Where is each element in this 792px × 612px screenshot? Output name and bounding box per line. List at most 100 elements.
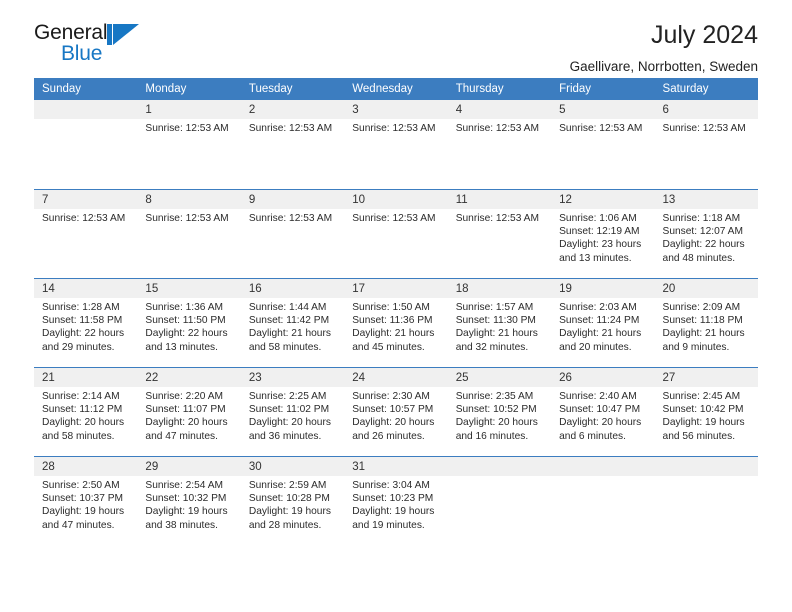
calendar-day-cell[interactable]: 4 Sunrise: 12:53 AM <box>447 100 552 189</box>
calendar-day-cell[interactable]: 23 Sunrise: 2:25 AM Sunset: 11:02 PM Daylig… <box>240 366 345 456</box>
calendar-day-cell[interactable]: 14 Sunrise: 1:28 AM Sunset: 11:58 PM Daylig… <box>34 277 138 367</box>
calendar-day-cell[interactable]: 15 Sunrise: 1:36 AM Sunset: 11:50 PM Daylig… <box>137 277 241 367</box>
calendar-day-cell[interactable]: 3 Sunrise: 12:53 AM <box>344 100 448 189</box>
brand-name-general: General <box>34 21 108 44</box>
logo-bar-shape <box>107 24 112 45</box>
calendar-day-cell-empty <box>34 100 138 189</box>
day-details: Sunrise: 2:20 AM Sunset: 11:07 PM Daylight… <box>137 387 240 444</box>
calendar-day-cell[interactable]: 2 Sunrise: 12:53 AM <box>240 100 345 189</box>
daylight-text: Daylight: 19 hours and 47 minutes. <box>42 506 125 531</box>
day-details: Sunrise: 12:53 AM <box>137 209 240 225</box>
calendar-day-cell[interactable]: 9 Sunrise: 12:53 AM <box>240 188 345 278</box>
day-details: Sunrise: 2:45 AM Sunset: 10:42 PM Daylight… <box>655 387 758 444</box>
day-number: 1 <box>137 100 241 119</box>
daylight-text: Daylight: 19 hours and 56 minutes. <box>662 417 745 442</box>
day-details: Sunrise: 2:09 AM Sunset: 11:18 PM Daylight… <box>655 298 758 355</box>
brand-logo: General Blue <box>34 22 144 68</box>
day-details: Sunrise: 12:53 AM <box>344 119 447 135</box>
calendar-day-cell[interactable]: 7 Sunrise: 12:53 AM <box>34 188 138 278</box>
sunset-text: Sunset: 10:47 PM <box>559 403 641 415</box>
sunset-text: Sunset: 11:18 PM <box>662 314 743 326</box>
sunrise-text: Sunrise: 12:53 AM <box>145 123 229 134</box>
daylight-text: Daylight: 22 hours and 48 minutes. <box>662 239 745 264</box>
sunrise-text: Sunrise: 1:44 AM <box>248 301 327 313</box>
sunrise-text: Sunrise: 12:53 AM <box>559 123 643 134</box>
calendar-day-cell[interactable]: 24 Sunrise: 2:30 AM Sunset: 10:57 PM Daylig… <box>344 366 448 456</box>
day-number: 31 <box>344 456 448 476</box>
sunrise-text: Sunrise: 1:36 AM <box>145 301 224 313</box>
calendar-day-cell[interactable]: 6 Sunrise: 12:53 AM <box>654 100 758 189</box>
calendar-day-cell[interactable]: 11 Sunrise: 12:53 AM <box>447 188 552 278</box>
day-details: Sunrise: 2:03 AM Sunset: 11:24 PM Daylight… <box>551 298 654 355</box>
daylight-text: Daylight: 19 hours and 19 minutes. <box>352 506 435 531</box>
calendar-day-cell[interactable]: 16 Sunrise: 1:44 AM Sunset: 11:42 PM Daylig… <box>240 277 345 367</box>
calendar-week-row: 7 Sunrise: 12:53 AM 8 Sunrise: 12:53 AM 9 Sun… <box>34 188 758 278</box>
calendar-day-cell[interactable]: 22 Sunrise: 2:20 AM Sunset: 11:07 PM Daylig… <box>137 366 241 456</box>
calendar-day-cell[interactable]: 5 Sunrise: 12:53 AM <box>551 100 655 189</box>
sunset-text: Sunset: 11:58 PM <box>42 314 123 326</box>
day-details <box>551 476 654 479</box>
calendar-day-cell[interactable]: 13 Sunrise: 1:18 AM Sunset: 12:07 AM Daylig… <box>654 188 758 278</box>
day-details: Sunrise: 12:53 AM <box>655 119 758 135</box>
calendar-day-cell[interactable]: 28 Sunrise: 2:50 AM Sunset: 10:37 PM Daylig… <box>34 455 138 545</box>
sunset-text: Sunset: 11:30 PM <box>455 314 536 326</box>
day-details: Sunrise: 3:04 AM Sunset: 10:23 PM Daylight… <box>344 476 447 533</box>
calendar-day-cell[interactable]: 25 Sunrise: 2:35 AM Sunset: 10:52 PM Daylig… <box>447 366 552 456</box>
daylight-text: Daylight: 19 hours and 38 minutes. <box>145 506 228 531</box>
title-block: July 2024 Gaellivare, Norrbotten, Sweden <box>570 21 758 73</box>
daylight-text: Daylight: 23 hours and 13 minutes. <box>559 239 642 264</box>
sunrise-text: Sunrise: 1:06 AM <box>559 212 637 224</box>
day-number: 11 <box>447 189 552 209</box>
day-details: Sunrise: 2:14 AM Sunset: 11:12 PM Daylight… <box>34 387 137 444</box>
day-details: Sunrise: 1:36 AM Sunset: 11:50 PM Daylight… <box>137 298 240 355</box>
calendar-day-cell[interactable]: 12 Sunrise: 1:06 AM Sunset: 12:19 AM Daylig… <box>551 188 655 278</box>
day-number: 26 <box>551 367 655 387</box>
sunrise-text: Sunrise: 1:50 AM <box>352 301 430 313</box>
calendar-day-cell-empty <box>447 455 552 545</box>
daylight-text: Daylight: 21 hours and 20 minutes. <box>559 328 642 353</box>
calendar-page: General Blue July 2024 Gaellivare, Norrb… <box>0 0 792 612</box>
daylight-text: Daylight: 20 hours and 47 minutes. <box>145 417 228 442</box>
weekday-header-row: Sunday Monday Tuesday Wednesday Thursday Frid… <box>34 78 758 100</box>
sunset-text: Sunset: 11:50 PM <box>145 314 226 326</box>
calendar-day-cell[interactable]: 27 Sunrise: 2:45 AM Sunset: 10:42 PM Daylig… <box>654 366 758 456</box>
calendar-day-cell[interactable]: 17 Sunrise: 1:50 AM Sunset: 11:36 PM Daylig… <box>344 277 448 367</box>
calendar-day-cell[interactable]: 1 Sunrise: 12:53 AM <box>137 100 241 189</box>
calendar-header-row: Sunday Monday Tuesday Wednesday Thursday Frid… <box>34 78 758 100</box>
day-details: Sunrise: 2:54 AM Sunset: 10:32 PM Daylight… <box>137 476 240 533</box>
sunrise-text: Sunrise: 2:14 AM <box>42 390 120 402</box>
sunrise-text: Sunrise: 12:53 AM <box>352 212 436 224</box>
calendar-day-cell[interactable]: 20 Sunrise: 2:09 AM Sunset: 11:18 PM Daylig… <box>654 277 758 367</box>
day-number: 16 <box>240 278 345 298</box>
day-number: 28 <box>34 456 138 476</box>
day-details: Sunrise: 1:50 AM Sunset: 11:36 PM Daylight… <box>344 298 447 355</box>
sunrise-text: Sunrise: 1:57 AM <box>455 301 534 313</box>
day-number: 10 <box>344 189 448 209</box>
sunrise-text: Sunrise: 12:53 AM <box>662 123 746 134</box>
day-number: 14 <box>34 278 138 298</box>
day-number: 21 <box>34 367 138 387</box>
calendar-week-row: 28 Sunrise: 2:50 AM Sunset: 10:37 PM Daylig… <box>34 455 758 545</box>
sunrise-text: Sunrise: 12:53 AM <box>145 212 229 224</box>
calendar-day-cell[interactable]: 18 Sunrise: 1:57 AM Sunset: 11:30 PM Daylig… <box>447 277 552 367</box>
sunrise-text: Sunrise: 2:03 AM <box>559 301 637 313</box>
daylight-text: Daylight: 20 hours and 16 minutes. <box>455 417 538 442</box>
calendar-day-cell[interactable]: 21 Sunrise: 2:14 AM Sunset: 11:12 PM Daylig… <box>34 366 138 456</box>
calendar-day-cell[interactable]: 19 Sunrise: 2:03 AM Sunset: 11:24 PM Daylig… <box>551 277 655 367</box>
calendar-day-cell[interactable]: 29 Sunrise: 2:54 AM Sunset: 10:32 PM Daylig… <box>137 455 241 545</box>
calendar-day-cell[interactable]: 31 Sunrise: 3:04 AM Sunset: 10:23 PM Daylig… <box>344 455 448 545</box>
day-details: Sunrise: 12:53 AM <box>241 119 344 135</box>
calendar-day-cell[interactable]: 8 Sunrise: 12:53 AM <box>137 188 241 278</box>
calendar-day-cell[interactable]: 10 Sunrise: 12:53 AM <box>344 188 448 278</box>
day-details: Sunrise: 2:59 AM Sunset: 10:28 PM Daylight… <box>241 476 344 533</box>
calendar-day-cell[interactable]: 30 Sunrise: 2:59 AM Sunset: 10:28 PM Daylig… <box>240 455 345 545</box>
sunset-text: Sunset: 11:12 PM <box>42 403 123 415</box>
weekday-header-monday: Monday <box>137 78 241 100</box>
calendar-day-cell[interactable]: 26 Sunrise: 2:40 AM Sunset: 10:47 PM Daylig… <box>551 366 655 456</box>
day-details <box>655 476 758 479</box>
calendar-day-cell-empty <box>551 455 655 545</box>
sunrise-text: Sunrise: 2:59 AM <box>248 479 327 491</box>
sunrise-text: Sunrise: 2:45 AM <box>662 390 741 402</box>
sunset-text: Sunset: 11:02 PM <box>248 403 330 415</box>
sunrise-text: Sunrise: 12:53 AM <box>455 123 539 134</box>
